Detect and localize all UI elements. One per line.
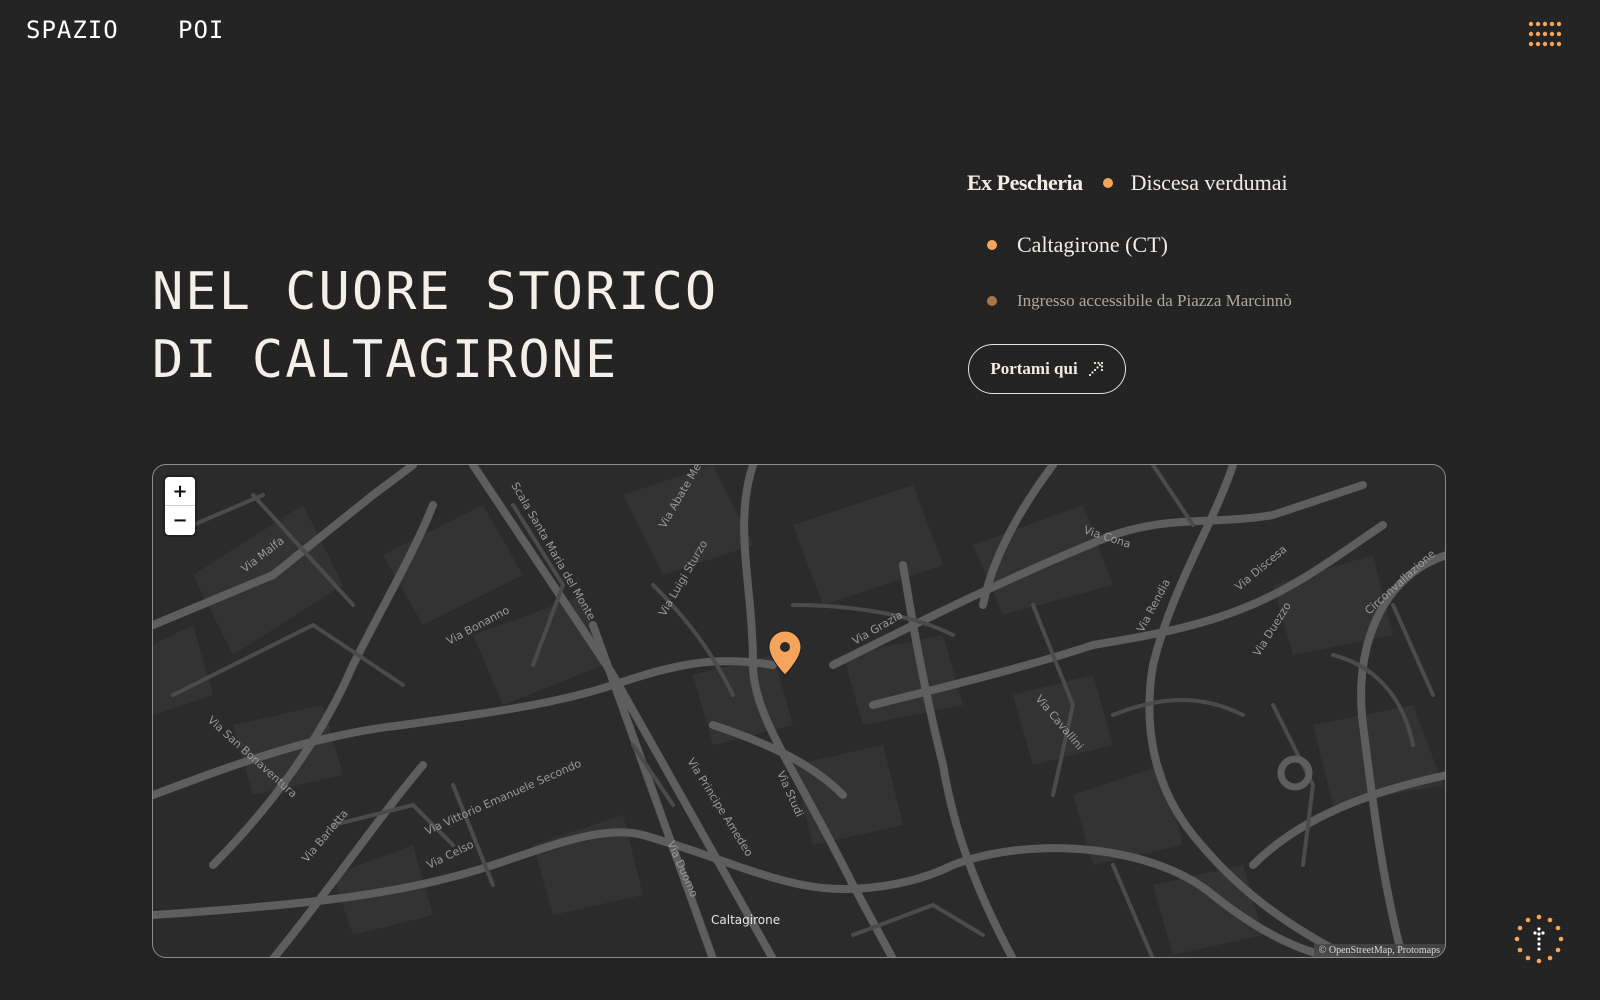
street-label: Scala Santa Maria del Monte	[508, 480, 598, 623]
city-label: Caltagirone	[711, 913, 780, 927]
zoom-control: + −	[165, 477, 195, 535]
bullet-dot-icon	[987, 296, 997, 306]
map-attribution[interactable]: © OpenStreetMap, Protomaps	[1313, 944, 1445, 957]
grid-dots-icon[interactable]	[1528, 21, 1562, 47]
city-row: Caltagirone (CT)	[987, 232, 1168, 258]
location-header: Ex Pescheria Discesa verdumai	[967, 170, 1288, 196]
street-label: Via Vittorio Emanuele Secondo	[423, 757, 584, 838]
take-me-here-label: Portami qui	[990, 359, 1078, 378]
zoom-in-button[interactable]: +	[165, 477, 195, 506]
take-me-here-button[interactable]: Portami qui	[968, 344, 1126, 394]
bullet-dot-icon	[987, 240, 997, 250]
nav-link-poi[interactable]: POI	[178, 16, 224, 44]
place-name: Ex Pescheria	[967, 170, 1083, 195]
street-address: Discesa verdumai	[1130, 170, 1288, 195]
title-line-1: NEL CUORE STORICO	[152, 262, 719, 322]
city-name: Caltagirone (CT)	[1017, 232, 1168, 257]
page-title: NEL CUORE STORICO DI CALTAGIRONE	[152, 258, 718, 394]
street-label: Via Barletta	[299, 807, 350, 865]
map[interactable]: Via Malfa Scala Santa Maria del Monte Vi…	[152, 464, 1446, 958]
access-row: Ingresso accessibile da Piazza Marcinnò	[987, 291, 1292, 311]
access-note: Ingresso accessibile da Piazza Marcinnò	[1017, 291, 1292, 310]
title-line-2: DI CALTAGIRONE	[152, 330, 619, 390]
arrow-up-right-icon	[1088, 361, 1103, 377]
street-label: Via Principe Amedeo	[684, 756, 755, 859]
arrow-up-icon[interactable]	[1514, 914, 1564, 964]
bullet-dot-icon	[1102, 178, 1113, 188]
site-logo[interactable]: SPAZIO	[26, 16, 119, 44]
map-canvas[interactable]: Via Malfa Scala Santa Maria del Monte Vi…	[153, 465, 1446, 958]
zoom-out-button[interactable]: −	[165, 506, 195, 535]
